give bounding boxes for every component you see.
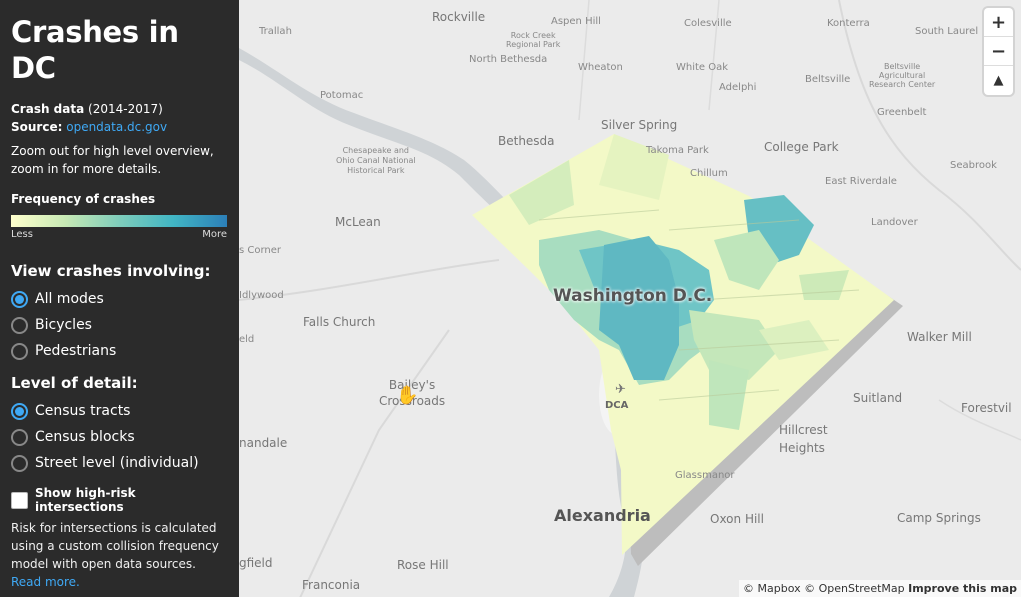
highrisk-label: Show high-risk intersections bbox=[35, 486, 136, 514]
risk-text: Risk for intersections is calculated usi… bbox=[11, 521, 219, 571]
place-konterra: Konterra bbox=[827, 18, 870, 29]
place-colesville: Colesville bbox=[684, 18, 732, 29]
place-washington-dc: Washington D.C. bbox=[553, 286, 713, 306]
place-white-oak: White Oak bbox=[676, 62, 729, 73]
place-glassmanor: Glassmanor bbox=[675, 470, 735, 481]
place-beltsville-ag: Beltsville Agricultural Research Center bbox=[869, 62, 936, 89]
place-takoma-park: Takoma Park bbox=[646, 145, 709, 156]
source-label: Source: bbox=[11, 120, 63, 134]
attribution: © Mapbox © OpenStreetMap Improve this ma… bbox=[739, 580, 1021, 597]
place-nandale: nandale bbox=[239, 436, 288, 450]
legend-more: More bbox=[202, 229, 227, 240]
highrisk-toggle[interactable]: Show high-risk intersections bbox=[11, 486, 228, 514]
place-aspen-hill: Aspen Hill bbox=[551, 16, 601, 27]
risk-description: Risk for intersections is calculated usi… bbox=[11, 519, 228, 591]
detail-census-blocks[interactable]: Census blocks bbox=[11, 424, 228, 450]
place-seabrook: Seabrook bbox=[950, 160, 997, 171]
radio-selected-icon[interactable] bbox=[11, 402, 28, 420]
place-adelphi: Adelphi bbox=[719, 82, 757, 93]
zoom-controls: + − ▲ bbox=[984, 8, 1013, 95]
legend-less: Less bbox=[11, 229, 33, 240]
place-forestville: Forestvil bbox=[961, 401, 1012, 415]
place-camp-springs: Camp Springs bbox=[897, 511, 981, 525]
place-landover: Landover bbox=[871, 217, 918, 228]
attribution-osm[interactable]: © OpenStreetMap bbox=[804, 582, 905, 595]
place-beltsville: Beltsville bbox=[805, 74, 851, 85]
place-south-laurel: South Laurel bbox=[915, 26, 979, 37]
place-eld: eld bbox=[239, 334, 255, 345]
hand-cursor-icon: ✋ bbox=[396, 385, 419, 406]
place-corner: s Corner bbox=[239, 245, 282, 256]
detail-census-tracts[interactable]: Census tracts bbox=[11, 398, 228, 424]
airport-dca-label: DCA bbox=[605, 400, 629, 411]
mode-label: Bicycles bbox=[35, 317, 92, 333]
place-chillum: Chillum bbox=[690, 168, 728, 179]
radio-icon[interactable] bbox=[11, 342, 28, 360]
place-college-park: College Park bbox=[764, 140, 839, 154]
improve-map-link[interactable]: Improve this map bbox=[908, 582, 1017, 595]
page-title: Crashes in DC bbox=[11, 15, 179, 85]
place-rockville: Rockville bbox=[432, 10, 486, 24]
detail-street-level[interactable]: Street level (individual) bbox=[11, 450, 228, 476]
place-tuallah: Trallah bbox=[259, 26, 292, 37]
place-hillcrest-heights: Hillcrest Heights bbox=[779, 423, 828, 455]
place-north-bethesda: North Bethesda bbox=[469, 54, 548, 65]
place-suitland: Suitland bbox=[853, 391, 903, 405]
mode-label: All modes bbox=[35, 291, 104, 307]
gradient-labels: Less More bbox=[11, 229, 227, 240]
description: Zoom out for high level overview, zoom i… bbox=[11, 144, 214, 176]
place-bethesda: Bethesda bbox=[498, 134, 555, 148]
radio-icon[interactable] bbox=[11, 428, 28, 446]
detail-title: Level of detail: bbox=[11, 374, 138, 392]
mode-bicycles[interactable]: Bicycles bbox=[11, 312, 228, 338]
airplane-icon: ✈ bbox=[615, 382, 626, 397]
place-silver-spring: Silver Spring bbox=[601, 118, 678, 132]
radio-selected-icon[interactable] bbox=[11, 290, 28, 308]
radio-icon[interactable] bbox=[11, 316, 28, 334]
crash-data-range: (2014-2017) bbox=[88, 102, 163, 116]
place-oxon-hill: Oxon Hill bbox=[710, 512, 764, 526]
place-greenbelt: Greenbelt bbox=[877, 107, 927, 118]
highrisk-checkbox[interactable] bbox=[11, 491, 28, 509]
radio-icon[interactable] bbox=[11, 454, 28, 472]
source-link[interactable]: opendata.dc.gov bbox=[66, 120, 167, 134]
place-rock-creek: Rock Creek Regional Park bbox=[506, 31, 561, 49]
zoom-in-button[interactable]: + bbox=[984, 8, 1013, 37]
frequency-title: Frequency of crashes bbox=[11, 192, 156, 206]
sidebar: Crashes in DC Crash data (2014-2017) Sou… bbox=[0, 0, 239, 597]
map-canvas[interactable]: Rockville Aspen Hill Colesville Konterra… bbox=[239, 0, 1021, 597]
place-east-riverdale: East Riverdale bbox=[825, 176, 897, 187]
mode-label: Pedestrians bbox=[35, 343, 117, 359]
crash-data-info: Crash data (2014-2017) bbox=[11, 100, 228, 118]
frequency-gradient bbox=[11, 215, 227, 227]
attribution-mapbox[interactable]: © Mapbox bbox=[743, 582, 801, 595]
zoom-out-button[interactable]: − bbox=[984, 37, 1013, 66]
place-alexandria: Alexandria bbox=[554, 506, 651, 525]
place-canal: Chesapeake and Ohio Canal National Histo… bbox=[336, 146, 416, 175]
source-info: Source: opendata.dc.gov bbox=[11, 118, 228, 136]
place-rose-hill: Rose Hill bbox=[397, 558, 449, 572]
place-idlywood: Idlywood bbox=[239, 290, 284, 301]
place-mclean: McLean bbox=[335, 215, 381, 229]
place-falls-church: Falls Church bbox=[303, 315, 376, 329]
detail-label: Census blocks bbox=[35, 429, 135, 445]
crash-data-label: Crash data bbox=[11, 102, 85, 116]
compass-button[interactable]: ▲ bbox=[984, 66, 1013, 95]
mode-all-modes[interactable]: All modes bbox=[11, 286, 228, 312]
place-franconia: Franconia bbox=[302, 578, 361, 592]
place-wheaton: Wheaton bbox=[578, 62, 623, 73]
detail-label: Street level (individual) bbox=[35, 455, 199, 471]
place-gfield: gfield bbox=[239, 556, 273, 570]
mode-pedestrians[interactable]: Pedestrians bbox=[11, 338, 228, 364]
place-potomac: Potomac bbox=[320, 90, 364, 101]
view-title: View crashes involving: bbox=[11, 262, 211, 280]
place-walker-mill: Walker Mill bbox=[907, 330, 972, 344]
detail-label: Census tracts bbox=[35, 403, 131, 419]
read-more-link[interactable]: Read more. bbox=[11, 575, 80, 589]
